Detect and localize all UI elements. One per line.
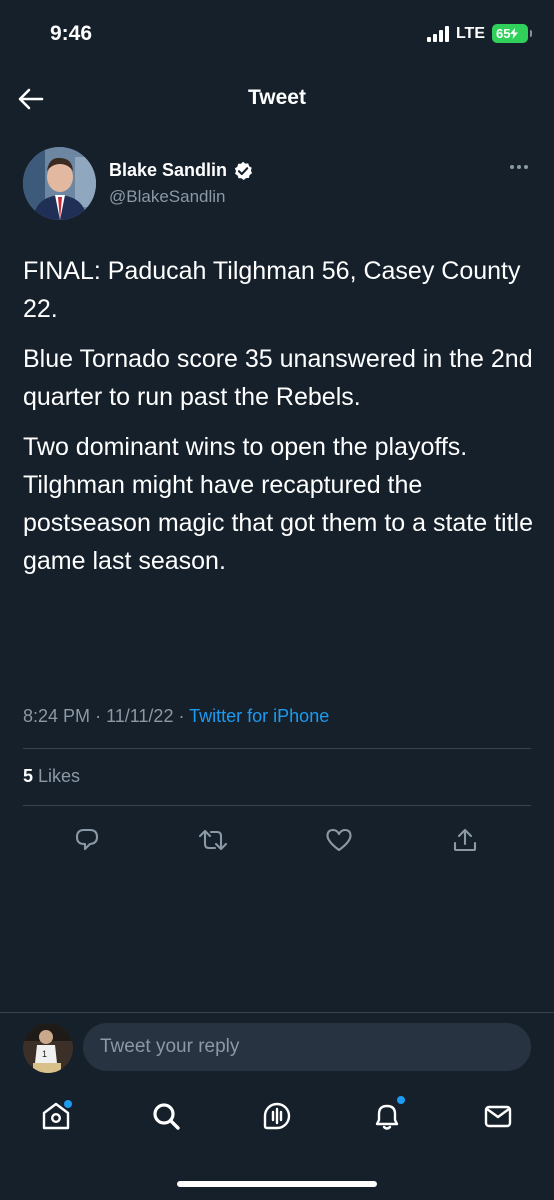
verified-badge-icon [234,161,253,180]
reply-button[interactable] [67,820,107,860]
share-icon [453,828,477,852]
tweet-detail-screen: 9:46 LTE 65 Tweet Blake Sandlin @BlakeSa… [0,0,554,1200]
spaces-icon [263,1102,291,1130]
tweet-paragraph: Blue Tornado score 35 unanswered in the … [23,345,533,411]
divider [23,748,531,749]
retweet-icon [198,829,228,851]
home-notification-dot [64,1100,72,1108]
author-avatar[interactable] [23,147,96,220]
tab-home[interactable] [36,1096,76,1136]
retweet-button[interactable] [193,820,233,860]
tweet-source-link[interactable]: Twitter for iPhone [189,706,329,726]
home-indicator [177,1181,377,1187]
author-name[interactable]: Blake Sandlin [109,160,227,181]
tab-spaces[interactable] [257,1096,297,1136]
more-options-icon[interactable] [505,157,533,177]
user-photo: 1 [23,1023,73,1073]
svg-text:1: 1 [42,1049,47,1059]
status-indicators: LTE 65 [426,24,532,43]
page-title: Tweet [248,86,306,109]
charging-bolt-icon [510,28,519,39]
like-button[interactable] [319,820,359,860]
reply-placeholder: Tweet your reply [100,1036,240,1057]
user-avatar[interactable]: 1 [23,1023,73,1073]
tweet-paragraph: FINAL: Paducah Tilghman 56, Casey County… [23,257,521,323]
status-bar: 9:46 LTE 65 [0,0,554,70]
reply-input[interactable]: Tweet your reply [83,1023,531,1071]
battery-level: 65 [496,26,511,41]
tweet-date: 11/11/22 [106,706,174,726]
status-time: 9:46 [50,22,93,45]
likes-count: 5 [23,766,34,786]
meta-separator: · [95,706,107,726]
reply-bar: 1 Tweet your reply [0,1012,554,1086]
bottom-tab-bar [0,1088,554,1148]
tweet-paragraph: Two dominant wins to open the playoffs. … [23,433,534,575]
tab-notifications[interactable] [367,1096,407,1136]
navigation-header: Tweet [0,72,554,126]
cellular-signal-icon [426,25,449,42]
likes-label: Likes [38,766,81,786]
reply-icon [75,828,99,851]
notifications-icon [375,1104,399,1130]
messages-icon [484,1105,512,1128]
share-button[interactable] [445,820,485,860]
divider [23,805,531,806]
tweet-time: 8:24 PM [23,706,91,726]
author-name-row: Blake Sandlin [109,160,253,181]
heart-icon [326,828,352,852]
author-photo [23,147,96,220]
tweet-author: Blake Sandlin @BlakeSandlin [23,147,533,222]
tweet-metadata: 8:24 PM · 11/11/22 · Twitter for iPhone [23,706,329,727]
notifications-dot [397,1096,405,1104]
tab-search[interactable] [146,1096,186,1136]
network-type: LTE [455,24,485,42]
search-icon [153,1103,180,1130]
tweet-text: FINAL: Paducah Tilghman 56, Casey County… [23,252,533,592]
tweet-actions [0,820,554,860]
tab-messages[interactable] [478,1096,518,1136]
likes-count-link[interactable]: 5 Likes [23,766,80,787]
battery-icon: 65 [492,24,532,43]
meta-separator: · [178,706,190,726]
author-handle[interactable]: @BlakeSandlin [109,187,226,207]
